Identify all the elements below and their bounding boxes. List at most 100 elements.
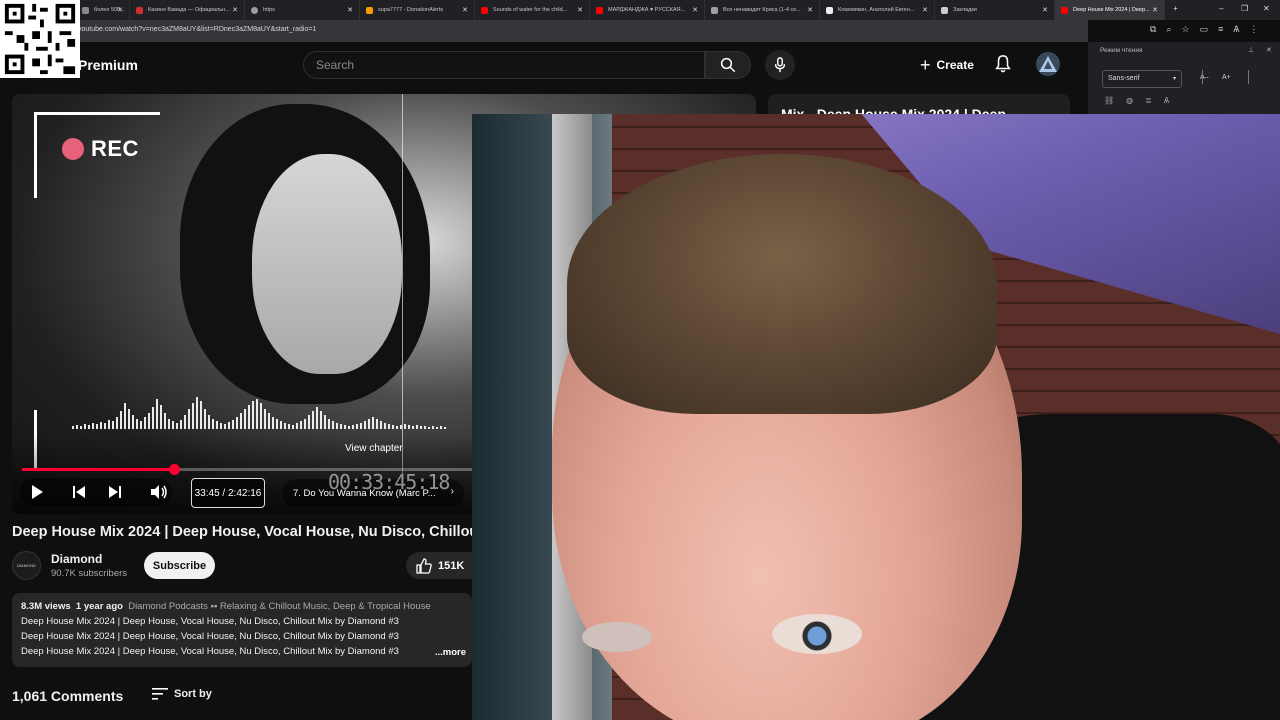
- chevron-right-icon: ›: [450, 486, 454, 497]
- waveform-bar: [244, 409, 246, 429]
- tab-close-icon[interactable]: ✕: [462, 6, 468, 14]
- waveform-bar: [228, 422, 230, 429]
- letter-spacing-icon[interactable]: Ѧ: [1164, 96, 1169, 105]
- tab-close-icon[interactable]: ✕: [347, 6, 353, 14]
- tab-close-icon[interactable]: ✕: [692, 6, 698, 14]
- increase-font-button[interactable]: A+: [1222, 74, 1231, 81]
- close-panel-icon[interactable]: ✕: [1266, 46, 1272, 54]
- url-text[interactable]: youtube.com/watch?v=nec3aZM8aUY&list=RDn…: [78, 26, 316, 33]
- description-tags[interactable]: Diamond Podcasts ▪▪ Relaxing & Chillout …: [128, 601, 430, 612]
- waveform-bar: [280, 421, 282, 429]
- browser-tab[interactable]: supa7777 - DonationAlerts ✕: [360, 0, 475, 20]
- address-bar[interactable]: youtube.com/watch?v=nec3aZM8aUY&list=RDn…: [0, 20, 1088, 42]
- bookmark-star-icon[interactable]: ☆: [1181, 24, 1189, 35]
- next-button[interactable]: [102, 478, 128, 506]
- show-more-button[interactable]: ...more: [435, 647, 466, 658]
- upload-age: 1 year ago: [75, 601, 123, 612]
- tab-favicon-icon: [366, 6, 373, 14]
- waveform-bar: [240, 413, 242, 429]
- palette-icon[interactable]: ◍: [1126, 96, 1133, 105]
- waveform-bar: [172, 421, 174, 429]
- waveform-bar: [100, 422, 102, 429]
- search-button[interactable]: [705, 51, 751, 79]
- voice-search-button[interactable]: [765, 50, 795, 80]
- description-box[interactable]: 8.3M views 1 year ago Diamond Podcasts ▪…: [12, 593, 472, 667]
- like-button[interactable]: 151K: [406, 552, 472, 579]
- reading-mode-icon[interactable]: ▭: [1200, 24, 1209, 35]
- account-avatar[interactable]: [1036, 52, 1060, 76]
- line-spacing-icon[interactable]: ≣: [1145, 96, 1152, 105]
- waveform-bar: [300, 421, 302, 429]
- browser-tab[interactable]: Кожемякин, Анатолий Евген... ✕: [820, 0, 935, 20]
- browser-tab[interactable]: https ✕: [245, 0, 360, 20]
- browser-tab[interactable]: Все ненавидят Криса (1-4 се... ✕: [705, 0, 820, 20]
- create-button[interactable]: + Create: [910, 50, 984, 80]
- waveform-bar: [92, 423, 94, 429]
- browser-tab[interactable]: Закладки ✕: [935, 0, 1055, 20]
- channel-name[interactable]: Diamond: [51, 552, 102, 566]
- subscribe-button[interactable]: Subscribe: [144, 552, 215, 579]
- close-window-button[interactable]: ✕: [1263, 4, 1270, 13]
- waveform-bar: [344, 425, 346, 429]
- tab-label: Кожемякин, Анатолий Евген...: [838, 7, 915, 13]
- tab-close-icon[interactable]: ✕: [807, 6, 813, 14]
- qr-code: [0, 0, 80, 78]
- play-button[interactable]: [24, 478, 50, 506]
- volume-icon: [151, 485, 167, 499]
- browser-tab[interactable]: МАРДЖАНДЖА ♥ РУССКАЯ... ✕: [590, 0, 705, 20]
- profile-icon[interactable]: Ѧ: [1233, 24, 1239, 35]
- waveform-bar: [444, 427, 446, 429]
- link-icon[interactable]: ⛓: [1104, 96, 1114, 105]
- browser-tab[interactable]: Sounds of water for the child... ✕: [475, 0, 590, 20]
- volume-button[interactable]: [146, 478, 172, 506]
- tab-favicon-icon: [1061, 6, 1068, 14]
- waveform-bar: [196, 397, 198, 429]
- tab-close-icon[interactable]: ✕: [1042, 6, 1048, 14]
- waveform-bar: [188, 409, 190, 429]
- new-tab-button[interactable]: +: [1173, 4, 1178, 13]
- browser-tab-active[interactable]: Deep House Mix 2024 | Deep... ✕: [1055, 0, 1165, 20]
- channel-avatar[interactable]: DIAMOND: [12, 551, 41, 580]
- zoom-icon[interactable]: ⌕: [1166, 24, 1171, 35]
- tab-close-icon[interactable]: ✕: [232, 6, 238, 14]
- waveform-bar: [316, 407, 318, 429]
- time-text: 33:45 / 2:42:16: [194, 487, 262, 499]
- menu-icon[interactable]: ⋮: [1249, 24, 1258, 35]
- open-in-window-icon[interactable]: ⧉: [1150, 24, 1156, 35]
- youtube-premium-logo[interactable]: Premium: [78, 57, 138, 73]
- previous-button[interactable]: [66, 478, 92, 506]
- qr-code-icon: [1, 0, 79, 78]
- sort-label: Sort by: [174, 688, 212, 700]
- waveform-bar: [184, 415, 186, 429]
- tab-favicon-icon: [82, 6, 89, 14]
- pin-icon[interactable]: ⊥: [1248, 46, 1254, 54]
- waveform-bar: [128, 409, 130, 429]
- notifications-button[interactable]: [994, 54, 1012, 79]
- waveform-bar: [328, 419, 330, 429]
- search-input[interactable]: [304, 52, 704, 78]
- skip-previous-icon: [73, 486, 85, 498]
- restore-button[interactable]: ❐: [1241, 4, 1248, 13]
- waveform-bar: [360, 423, 362, 429]
- minimize-button[interactable]: –: [1219, 4, 1223, 13]
- tab-close-icon[interactable]: ✕: [577, 6, 583, 14]
- waveform-bar: [248, 405, 250, 429]
- waveform-bar: [224, 424, 226, 429]
- create-label: Create: [936, 58, 974, 72]
- waveform-bar: [164, 413, 166, 429]
- tab-close-icon[interactable]: ✕: [922, 6, 928, 14]
- progress-scrubber[interactable]: [169, 464, 180, 475]
- downloads-icon[interactable]: ≡: [1218, 24, 1223, 35]
- tab-close-icon[interactable]: ✕: [117, 6, 123, 14]
- sort-comments-button[interactable]: Sort by: [152, 688, 212, 700]
- like-count: 151K: [438, 559, 465, 572]
- browser-tab[interactable]: Казино Вавада — Официальн... ✕: [130, 0, 245, 20]
- font-select[interactable]: Sans-serif ▾: [1102, 70, 1182, 88]
- tab-favicon-icon: [826, 6, 833, 14]
- waveform-bar: [404, 424, 406, 429]
- waveform-bar: [232, 420, 234, 429]
- tab-close-icon[interactable]: ✕: [1152, 6, 1158, 14]
- waveform-bar: [176, 423, 178, 429]
- waveform-bar: [364, 421, 366, 429]
- waveform-bar: [340, 424, 342, 429]
